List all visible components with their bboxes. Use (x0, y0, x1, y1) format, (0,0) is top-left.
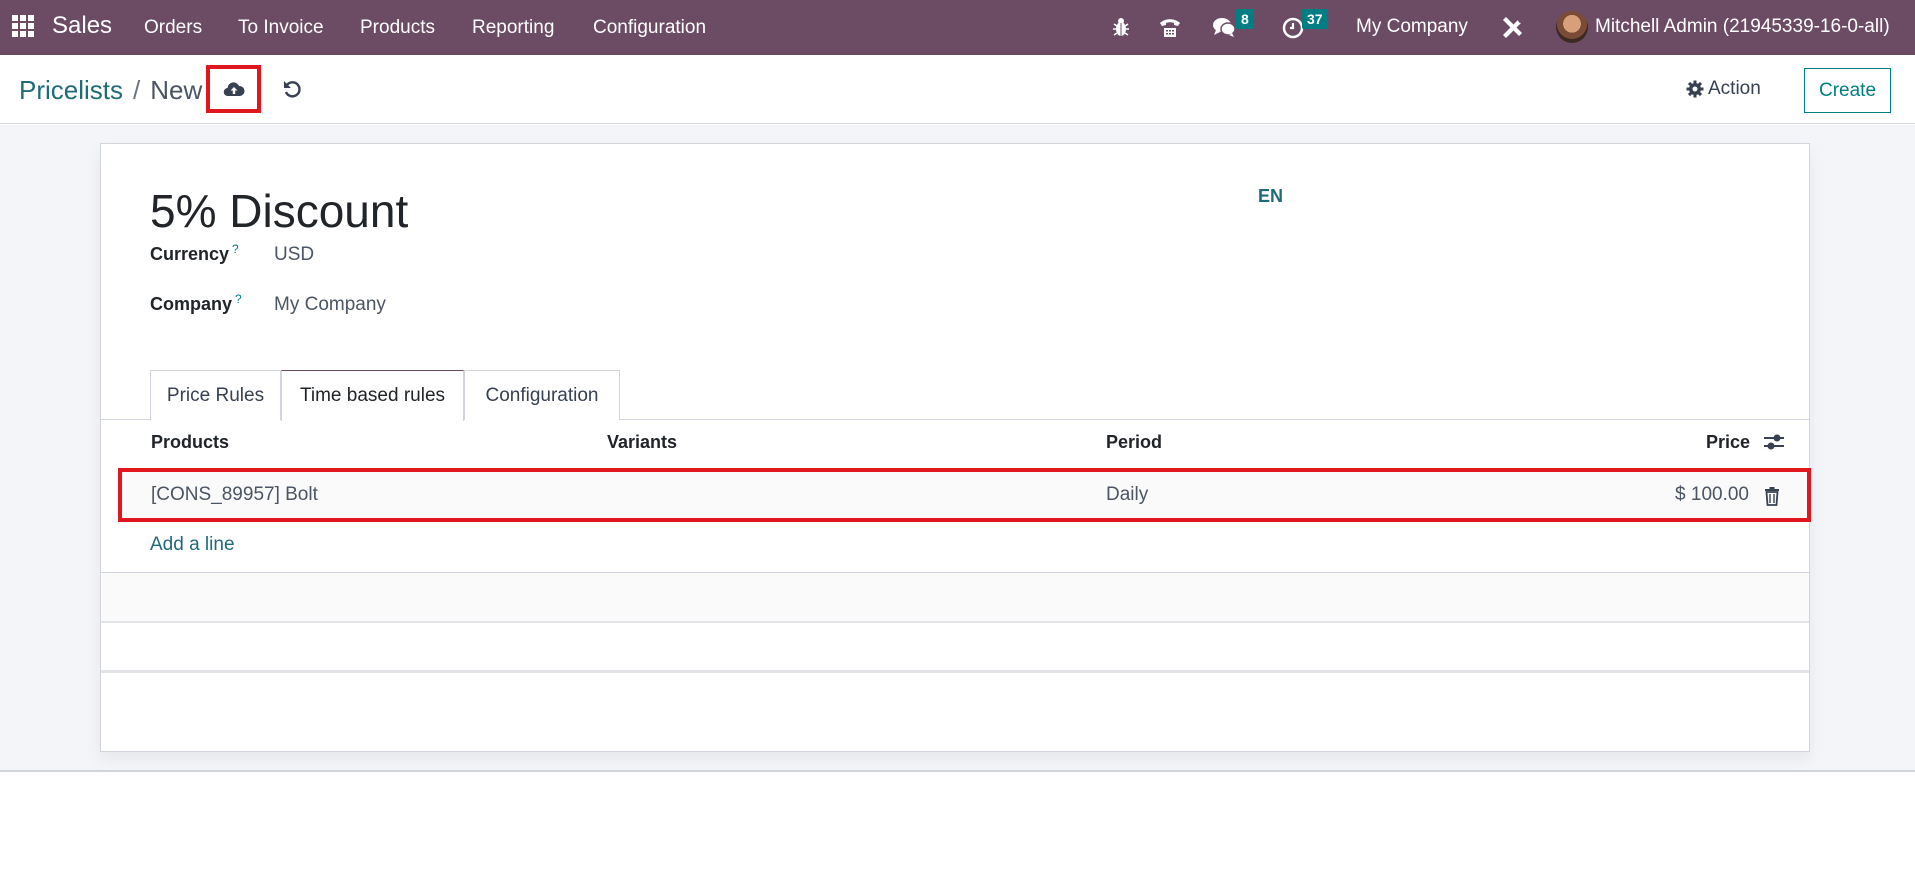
action-menu-button[interactable]: Action (1686, 78, 1761, 100)
menu-products[interactable]: Products (360, 17, 435, 39)
table-header: Products Variants Period Price (101, 420, 1809, 462)
user-menu[interactable]: Mitchell Admin (21945339-16-0-all) (1595, 16, 1890, 38)
apps-menu-icon[interactable] (12, 15, 34, 37)
help-tooltip-icon[interactable]: ? (235, 292, 242, 306)
save-button[interactable] (206, 65, 261, 113)
menu-to-invoice[interactable]: To Invoice (238, 17, 324, 39)
tab-configuration[interactable]: Configuration (464, 370, 620, 420)
company-label: Company? (150, 292, 242, 314)
form-view: 5% Discount EN Currency? USD Company? My… (0, 125, 1915, 772)
pricelist-name-field[interactable]: 5% Discount (150, 184, 408, 238)
trash-icon[interactable] (1764, 486, 1780, 506)
table-divider (101, 670, 1809, 673)
cloud-upload-icon (223, 82, 245, 97)
messages-badge: 8 (1236, 9, 1254, 29)
breadcrumb: Pricelists / New (19, 75, 202, 106)
top-navbar: Sales Orders To Invoice Products Reporti… (0, 0, 1915, 55)
table-divider (101, 621, 1809, 623)
column-header-variants[interactable]: Variants (607, 432, 677, 453)
column-header-products[interactable]: Products (151, 432, 229, 453)
breadcrumb-separator: / (133, 75, 141, 105)
table-row[interactable]: [CONS_89957] Bolt Daily $ 100.00 (118, 468, 1811, 522)
company-field[interactable]: My Company (274, 294, 386, 316)
optional-columns-icon[interactable] (1763, 433, 1785, 451)
menu-orders[interactable]: Orders (144, 17, 202, 39)
cell-product: [CONS_89957] Bolt (151, 484, 318, 505)
chat-icon[interactable] (1211, 14, 1237, 40)
tools-icon[interactable] (1499, 14, 1525, 40)
bug-icon[interactable] (1108, 14, 1134, 40)
breadcrumb-pricelists[interactable]: Pricelists (19, 75, 123, 106)
notebook-tabs: Price Rules Time based rules Configurati… (101, 370, 1809, 421)
help-tooltip-icon[interactable]: ? (232, 242, 239, 256)
control-panel: Pricelists / New Action Create (0, 55, 1915, 124)
undo-icon (284, 81, 301, 98)
form-sheet: 5% Discount EN Currency? USD Company? My… (100, 143, 1811, 752)
column-header-period[interactable]: Period (1106, 432, 1162, 453)
action-label: Action (1708, 78, 1761, 99)
breadcrumb-current: New (150, 75, 203, 105)
gear-icon (1686, 80, 1704, 98)
column-header-price[interactable]: Price (1706, 432, 1750, 453)
cell-price: $ 100.00 (1675, 484, 1749, 505)
currency-field-row: Currency? USD (150, 242, 314, 266)
menu-configuration[interactable]: Configuration (593, 17, 706, 39)
language-button[interactable]: EN (1258, 186, 1283, 207)
activities-badge: 37 (1302, 9, 1328, 29)
tab-time-based-rules[interactable]: Time based rules (281, 370, 464, 421)
menu-reporting[interactable]: Reporting (472, 17, 554, 39)
app-brand[interactable]: Sales (52, 12, 112, 40)
tab-price-rules[interactable]: Price Rules (150, 370, 281, 420)
currency-field[interactable]: USD (274, 244, 314, 266)
company-switcher[interactable]: My Company (1356, 16, 1468, 38)
company-field-row: Company? My Company (150, 292, 386, 316)
user-avatar[interactable] (1556, 11, 1588, 43)
discard-button[interactable] (280, 74, 304, 104)
currency-label: Currency? (150, 242, 239, 264)
empty-table-row (101, 573, 1809, 621)
create-button[interactable]: Create (1804, 68, 1891, 113)
cell-period: Daily (1106, 484, 1149, 505)
phone-icon[interactable] (1157, 14, 1183, 40)
add-line-link[interactable]: Add a line (150, 534, 235, 556)
